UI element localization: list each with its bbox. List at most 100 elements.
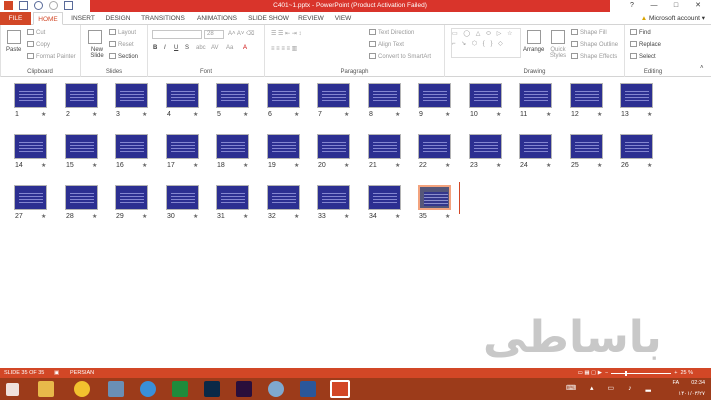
slide-thumbnail[interactable] (368, 185, 401, 210)
slide-thumbnail[interactable] (216, 83, 249, 108)
transition-star-icon[interactable]: ★ (546, 111, 551, 118)
save-icon[interactable] (19, 1, 28, 10)
transition-star-icon[interactable]: ★ (597, 162, 602, 169)
slide-thumbnail[interactable] (65, 134, 98, 159)
change-case-button[interactable]: Aa (226, 45, 233, 51)
shape-effects-button[interactable]: Shape Effects (571, 53, 617, 60)
sync-icon[interactable] (140, 381, 156, 397)
layout-button[interactable]: Layout (109, 29, 136, 36)
account-link[interactable]: ▲ Microsoft account ▾ (641, 12, 705, 25)
paste-button[interactable]: Paste (6, 47, 21, 53)
slide-thumbnail[interactable] (570, 83, 603, 108)
transition-star-icon[interactable]: ★ (193, 162, 198, 169)
font-size-buttons[interactable]: A˄ A˅ ⌫ (228, 30, 255, 37)
language-indicator[interactable]: PERSIAN (70, 368, 94, 378)
zoom-level[interactable]: 25 % (680, 368, 693, 378)
slide-thumbnail[interactable] (519, 83, 552, 108)
transition-star-icon[interactable]: ★ (647, 162, 652, 169)
presentation-icon[interactable] (64, 1, 73, 10)
network-icon[interactable] (108, 381, 124, 397)
close-button[interactable]: ✕ (687, 0, 709, 12)
system-tray-icons[interactable]: ⌨ ▴ ▭ ♪ ▂ (566, 384, 657, 392)
zoom-slider[interactable] (611, 370, 672, 376)
slide-thumbnail[interactable] (469, 134, 502, 159)
collapse-ribbon-icon[interactable]: ˄ (700, 65, 704, 71)
zoom-slider-thumb[interactable] (625, 370, 628, 376)
transition-star-icon[interactable]: ★ (193, 111, 198, 118)
transition-star-icon[interactable]: ★ (92, 162, 97, 169)
copy-button[interactable]: Copy (27, 41, 50, 48)
help-button[interactable]: ? (621, 0, 643, 12)
slide-thumbnail[interactable] (166, 185, 199, 210)
tab-design[interactable]: DESIGN (102, 12, 134, 25)
slide-thumbnail[interactable] (115, 134, 148, 159)
transition-star-icon[interactable]: ★ (193, 213, 198, 220)
bold-button[interactable]: B (153, 45, 157, 51)
transition-star-icon[interactable]: ★ (92, 213, 97, 220)
transition-star-icon[interactable]: ★ (294, 111, 299, 118)
tab-slide-show[interactable]: SLIDE SHOW (246, 12, 291, 25)
restore-button[interactable]: □ (665, 0, 687, 12)
spellcheck-icon[interactable]: ▣ (54, 368, 59, 378)
transition-star-icon[interactable]: ★ (344, 162, 349, 169)
transition-star-icon[interactable]: ★ (243, 111, 248, 118)
slide-thumbnail[interactable] (267, 185, 300, 210)
slide-thumbnail[interactable] (14, 134, 47, 159)
alignment-buttons[interactable]: ≡ ≡ ≡ ≡ ▥ (271, 45, 297, 52)
underline-button[interactable]: U (174, 45, 178, 51)
slide-thumbnail[interactable] (418, 83, 451, 108)
cut-button[interactable]: Cut (27, 29, 45, 36)
new-slide-button[interactable]: New Slide (86, 47, 108, 59)
slide-thumbnail[interactable] (317, 83, 350, 108)
slide-thumbnail[interactable] (620, 83, 653, 108)
format-painter-button[interactable]: Format Painter (27, 53, 76, 60)
section-button[interactable]: Section (109, 53, 138, 60)
transition-star-icon[interactable]: ★ (344, 213, 349, 220)
slide-thumbnail[interactable] (267, 83, 300, 108)
transition-star-icon[interactable]: ★ (496, 162, 501, 169)
transition-star-icon[interactable]: ★ (546, 162, 551, 169)
slide-thumbnail[interactable] (570, 134, 603, 159)
transition-star-icon[interactable]: ★ (41, 111, 46, 118)
transition-star-icon[interactable]: ★ (445, 111, 450, 118)
messenger-icon[interactable] (268, 381, 284, 397)
slide-thumbnail[interactable] (115, 185, 148, 210)
slide-thumbnail[interactable] (519, 134, 552, 159)
slide-thumbnail[interactable] (216, 134, 249, 159)
chrome-icon[interactable] (74, 381, 90, 397)
italic-button[interactable]: I (164, 45, 166, 51)
character-spacing-button[interactable]: AV (211, 45, 219, 51)
transition-star-icon[interactable]: ★ (395, 213, 400, 220)
slide-thumbnail[interactable] (65, 83, 98, 108)
font-name-select[interactable] (152, 30, 202, 39)
slide-thumbnail[interactable] (115, 83, 148, 108)
premiere-icon[interactable] (236, 381, 252, 397)
slide-thumbnail[interactable] (267, 134, 300, 159)
transition-star-icon[interactable]: ★ (647, 111, 652, 118)
shadow-button[interactable]: S (185, 45, 189, 51)
font-color-button[interactable]: A (243, 45, 247, 51)
windows-start-icon[interactable] (6, 383, 19, 396)
transition-star-icon[interactable]: ★ (344, 111, 349, 118)
transition-star-icon[interactable]: ★ (41, 162, 46, 169)
smartart-button[interactable]: Convert to SmartArt (369, 53, 431, 60)
tab-home[interactable]: HOME (33, 12, 63, 25)
transition-star-icon[interactable]: ★ (92, 111, 97, 118)
transition-star-icon[interactable]: ★ (496, 111, 501, 118)
transition-star-icon[interactable]: ★ (445, 162, 450, 169)
slide-thumbnail[interactable] (368, 83, 401, 108)
shape-fill-button[interactable]: Shape Fill (571, 29, 607, 36)
zoom-in-button[interactable]: + (674, 368, 677, 378)
tab-view[interactable]: VIEW (330, 12, 356, 25)
transition-star-icon[interactable]: ★ (294, 162, 299, 169)
clock[interactable]: FA 02:34 ۱۴۰۱/۰۳/۲۷ (673, 378, 706, 400)
transition-star-icon[interactable]: ★ (445, 213, 450, 220)
slide-thumbnail[interactable] (317, 185, 350, 210)
arrange-button[interactable]: Arrange (523, 47, 544, 53)
undo-icon[interactable] (34, 1, 43, 10)
minimize-button[interactable]: — (643, 0, 665, 12)
tab-transitions[interactable]: TRANSITIONS (138, 12, 188, 25)
slide-thumbnail[interactable] (166, 83, 199, 108)
transition-star-icon[interactable]: ★ (41, 213, 46, 220)
bullets-button[interactable]: ☰ ☰ ⇤ ⇥ ↕ (271, 30, 301, 37)
